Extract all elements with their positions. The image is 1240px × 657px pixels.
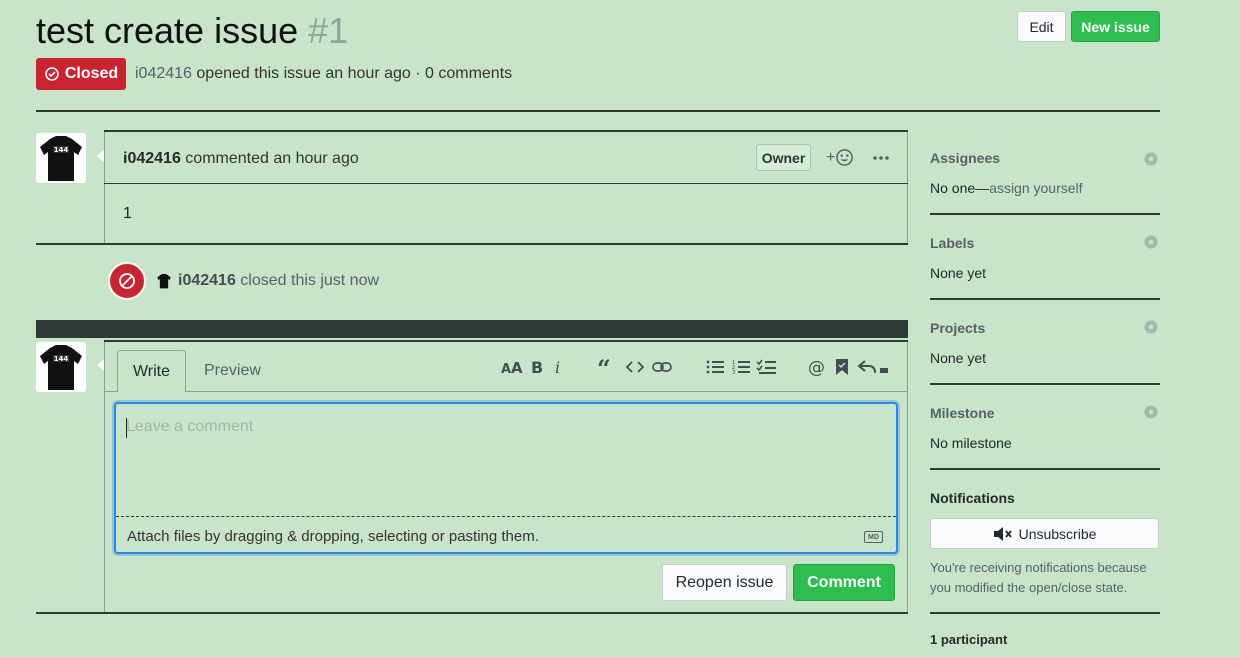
assignees-none: No one— <box>930 180 990 196</box>
owner-badge: Owner <box>756 144 811 171</box>
notifications-heading: Notifications <box>930 490 1015 506</box>
saved-reply-icon[interactable] <box>832 356 852 378</box>
svg-text:144: 144 <box>54 355 69 363</box>
svg-text:B: B <box>531 359 543 375</box>
projects-heading[interactable]: Projects <box>930 320 985 336</box>
issue-state-badge: Closed <box>36 58 126 90</box>
gear-icon[interactable] <box>1143 404 1159 420</box>
comment-timestamp: commented an hour ago <box>185 150 359 167</box>
unsubscribe-button[interactable]: Unsubscribe <box>930 518 1159 549</box>
sidebar-divider <box>930 468 1160 470</box>
markdown-icon[interactable]: MD <box>864 531 883 543</box>
assignees-heading[interactable]: Assignees <box>930 150 1000 166</box>
task-list-icon[interactable] <box>754 356 778 378</box>
form-bottom-border <box>36 612 908 614</box>
comment-button[interactable]: Comment <box>793 564 895 601</box>
svg-text:@: @ <box>808 358 825 376</box>
more-actions-icon[interactable] <box>872 146 890 172</box>
milestone-heading[interactable]: Milestone <box>930 405 995 421</box>
issue-author-link[interactable]: i042416 <box>135 65 192 82</box>
issue-state-label: Closed <box>64 65 119 82</box>
header-icon[interactable]: AA <box>500 356 524 378</box>
quote-icon[interactable]: “ <box>596 356 618 378</box>
svg-text:144: 144 <box>54 146 69 154</box>
header-divider <box>36 110 1160 112</box>
avatar[interactable]: 144 <box>36 342 86 392</box>
tab-divider <box>104 391 908 392</box>
issue-title: test create issue #1 <box>36 8 348 54</box>
timeline-divider <box>36 320 908 338</box>
svg-text:“: “ <box>597 359 611 375</box>
svg-text:A: A <box>501 362 511 375</box>
sidebar-divider <box>930 298 1160 300</box>
avatar-image: 144 <box>36 133 86 183</box>
reopen-issue-button[interactable]: Reopen issue <box>662 564 787 601</box>
sidebar-divider <box>930 383 1160 385</box>
unsubscribe-label: Unsubscribe <box>1018 525 1097 542</box>
event-description: closed this just now <box>240 272 380 289</box>
sidebar-divider <box>930 612 1160 614</box>
add-reaction-button[interactable]: + <box>826 148 854 167</box>
issue-closed-icon <box>45 67 59 81</box>
comment-textarea[interactable] <box>116 404 896 517</box>
mention-icon[interactable]: @ <box>806 356 828 378</box>
code-icon[interactable] <box>624 356 646 378</box>
comment-author[interactable]: i042416 <box>123 150 181 167</box>
reaction-plus: + <box>826 148 836 166</box>
comment-body: 1 <box>123 205 132 222</box>
event-actor[interactable]: i042416 <box>178 272 236 289</box>
labels-value: None yet <box>930 265 987 281</box>
numbered-list-icon[interactable]: 123 <box>730 356 752 378</box>
participants-heading: 1 participant <box>930 632 1008 647</box>
link-icon[interactable] <box>650 356 674 378</box>
issue-meta-text: opened this issue an hour ago · 0 commen… <box>196 65 513 82</box>
comment-bottom-border <box>36 243 908 245</box>
notification-reason: You're receiving notifications because y… <box>930 560 1147 595</box>
assign-yourself-link[interactable]: assign yourself <box>989 180 1082 196</box>
issue-title-text: test create issue <box>36 10 299 51</box>
bold-icon[interactable]: B <box>528 356 546 378</box>
svg-text:3: 3 <box>732 370 735 375</box>
avatar[interactable]: 144 <box>36 133 86 183</box>
new-issue-button[interactable]: New issue <box>1071 11 1160 42</box>
mute-icon <box>993 526 1012 541</box>
reply-icon[interactable] <box>856 356 890 378</box>
avatar-image: 144 <box>36 342 86 392</box>
issue-number: #1 <box>308 10 349 51</box>
smiley-icon <box>836 149 854 166</box>
text-caret <box>126 418 127 438</box>
gear-icon[interactable] <box>1143 234 1159 250</box>
closed-event-icon <box>108 262 146 300</box>
svg-text:A: A <box>511 359 523 375</box>
labels-heading[interactable]: Labels <box>930 235 974 251</box>
gear-icon[interactable] <box>1143 319 1159 335</box>
milestone-value: No milestone <box>930 435 1012 451</box>
attach-files-hint[interactable]: Attach files by dragging & dropping, sel… <box>127 528 539 545</box>
svg-text:i: i <box>555 359 560 375</box>
event-avatar[interactable] <box>156 273 172 289</box>
tab-write[interactable]: Write <box>117 350 186 393</box>
edit-button[interactable]: Edit <box>1017 11 1066 42</box>
assignees-value: No one—assign yourself <box>930 180 1083 196</box>
gear-icon[interactable] <box>1143 151 1159 167</box>
projects-value: None yet <box>930 350 987 366</box>
comment-textarea-wrapper: Attach files by dragging & dropping, sel… <box>114 402 898 554</box>
sidebar-divider <box>930 213 1160 215</box>
event-text: i042416 closed this just now <box>178 272 379 290</box>
bullet-list-icon[interactable] <box>704 356 726 378</box>
issue-meta: i042416 opened this issue an hour ago · … <box>135 64 512 84</box>
comment-author-line: i042416 commented an hour ago <box>123 149 359 169</box>
italic-icon[interactable]: i <box>550 356 566 378</box>
tab-preview[interactable]: Preview <box>204 362 261 380</box>
